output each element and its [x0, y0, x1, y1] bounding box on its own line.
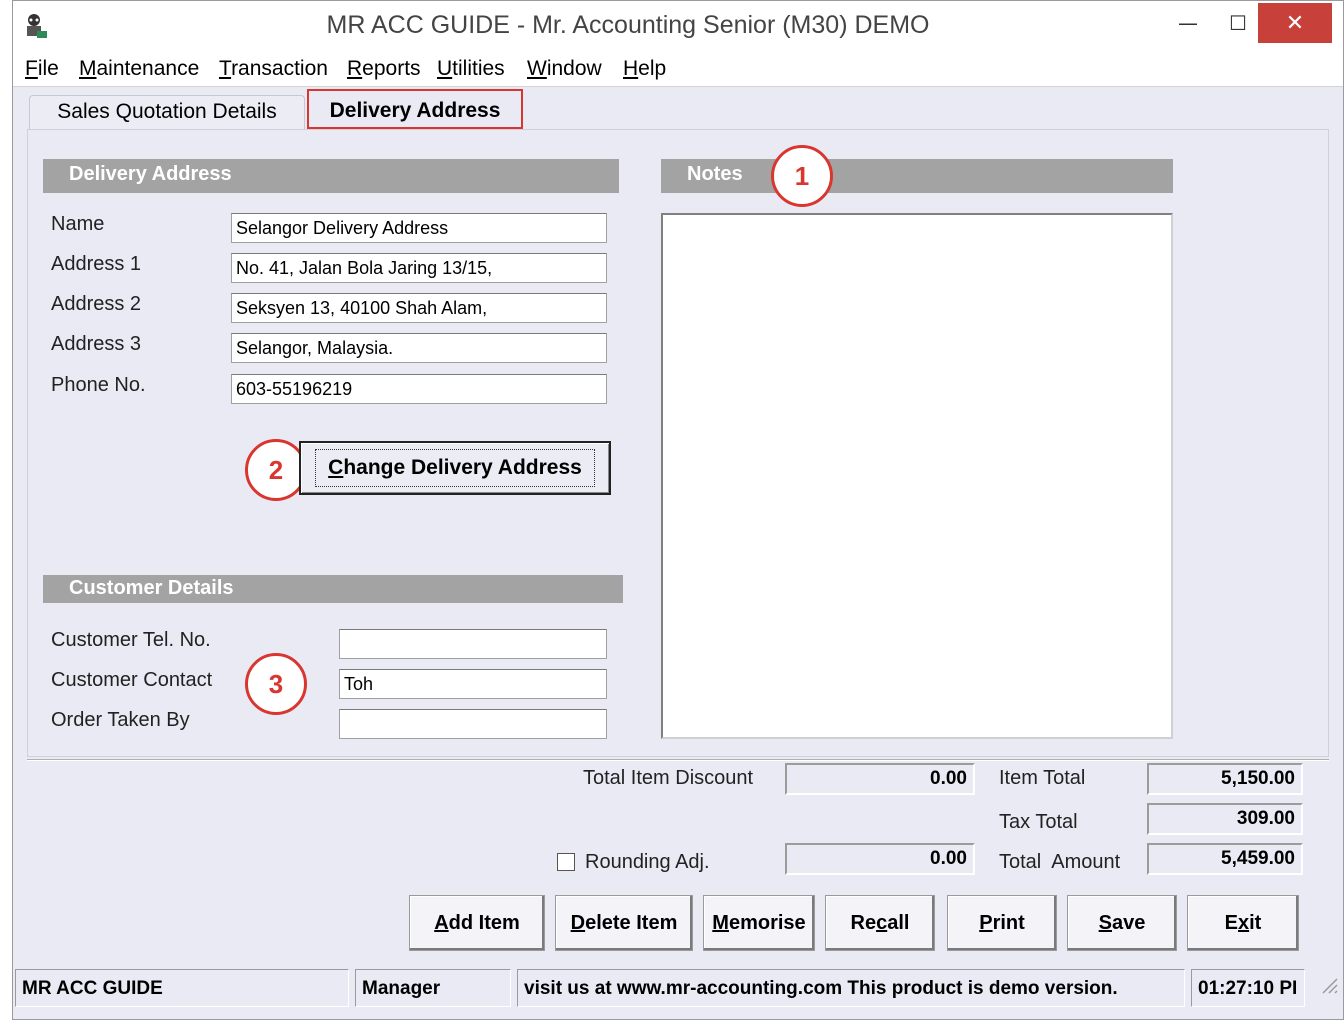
menu-window[interactable]: Window — [527, 57, 602, 81]
menu-help[interactable]: Help — [623, 57, 666, 81]
minimize-button[interactable]: — — [1163, 3, 1213, 43]
callout-1: 1 — [771, 145, 833, 207]
tax-total-value: 309.00 — [1147, 803, 1303, 835]
phone-field[interactable]: 603-55196219 — [231, 374, 607, 404]
address3-label: Address 3 — [51, 333, 142, 355]
menu-utilities[interactable]: Utilities — [437, 57, 505, 81]
order-taken-by-label: Order Taken By — [51, 709, 190, 731]
notes-textarea[interactable] — [661, 213, 1173, 739]
notes-header: Notes — [661, 159, 1173, 193]
tab-sales-quotation-details[interactable]: Sales Quotation Details — [29, 95, 305, 131]
order-taken-by-field[interactable] — [339, 709, 607, 739]
menu-file[interactable]: File — [25, 57, 59, 81]
address1-label: Address 1 — [51, 253, 142, 275]
rounding-adj-value: 0.00 — [785, 843, 975, 875]
window-title: MR ACC GUIDE - Mr. Accounting Senior (M3… — [326, 11, 930, 39]
maximize-icon: ☐ — [1229, 11, 1247, 35]
add-item-button[interactable]: Add Item — [409, 895, 545, 951]
name-label: Name — [51, 213, 105, 235]
address2-label: Address 2 — [51, 293, 142, 315]
menu-bar: File Maintenance Transaction Reports Uti… — [13, 51, 1343, 87]
memorise-button[interactable]: Memorise — [703, 895, 815, 951]
title-bar: MR ACC GUIDE - Mr. Accounting Senior (M3… — [13, 1, 1343, 51]
address1-field[interactable]: No. 41, Jalan Bola Jaring 13/15, — [231, 253, 607, 283]
maximize-button[interactable]: ☐ — [1213, 3, 1263, 43]
resize-grip-icon[interactable] — [1317, 973, 1339, 995]
app-window: MR ACC GUIDE - Mr. Accounting Senior (M3… — [12, 0, 1344, 1020]
customer-tel-label: Customer Tel. No. — [51, 629, 211, 651]
tab-delivery-address[interactable]: Delivery Address — [307, 89, 523, 129]
item-total-label: Item Total — [999, 767, 1086, 789]
delete-item-button[interactable]: Delete Item — [555, 895, 693, 951]
callout-2: 2 — [245, 439, 307, 501]
change-delivery-address-button[interactable]: Change Delivery Address — [299, 441, 611, 495]
status-time: 01:27:10 PI — [1191, 969, 1305, 1007]
customer-contact-label: Customer Contact — [51, 669, 213, 691]
status-message: visit us at www.mr-accounting.com This p… — [517, 969, 1185, 1007]
customer-tel-field[interactable] — [339, 629, 607, 659]
minimize-icon: — — [1178, 11, 1198, 35]
customer-details-header: Customer Details — [43, 575, 623, 603]
address3-field[interactable]: Selangor, Malaysia. — [231, 333, 607, 363]
rounding-adj-label: Rounding Adj. — [585, 851, 710, 873]
divider — [27, 759, 1329, 761]
callout-3: 3 — [245, 653, 307, 715]
menu-reports[interactable]: Reports — [347, 57, 421, 81]
menu-maintenance[interactable]: Maintenance — [79, 57, 199, 81]
total-amount-value: 5,459.00 — [1147, 843, 1303, 875]
tax-total-label: Tax Total — [999, 811, 1078, 833]
menu-transaction[interactable]: Transaction — [219, 57, 328, 81]
print-button[interactable]: Print — [947, 895, 1057, 951]
close-button[interactable]: ✕ — [1258, 3, 1332, 43]
total-amount-label: Total Amount — [999, 851, 1121, 873]
exit-button[interactable]: Ex it — [1187, 895, 1299, 951]
status-bar: MR ACC GUIDE Manager visit us at www.mr-… — [13, 965, 1343, 1009]
recall-button[interactable]: Re c all — [825, 895, 935, 951]
total-item-discount-label: Total Item Discount — [583, 767, 754, 789]
save-button[interactable]: Save — [1067, 895, 1177, 951]
customer-contact-field[interactable]: Toh — [339, 669, 607, 699]
close-icon: ✕ — [1285, 10, 1305, 36]
status-user: Manager — [355, 969, 511, 1007]
item-total-value: 5,150.00 — [1147, 763, 1303, 795]
phone-label: Phone No. — [51, 374, 146, 396]
name-field[interactable]: Selangor Delivery Address — [231, 213, 607, 243]
address2-field[interactable]: Seksyen 13, 40100 Shah Alam, — [231, 293, 607, 323]
change-delivery-address-label: Change Delivery Address — [315, 449, 595, 487]
delivery-address-header: Delivery Address — [43, 159, 619, 193]
total-item-discount-value: 0.00 — [785, 763, 975, 795]
status-app: MR ACC GUIDE — [15, 969, 349, 1007]
rounding-adj-checkbox[interactable] — [557, 853, 575, 871]
